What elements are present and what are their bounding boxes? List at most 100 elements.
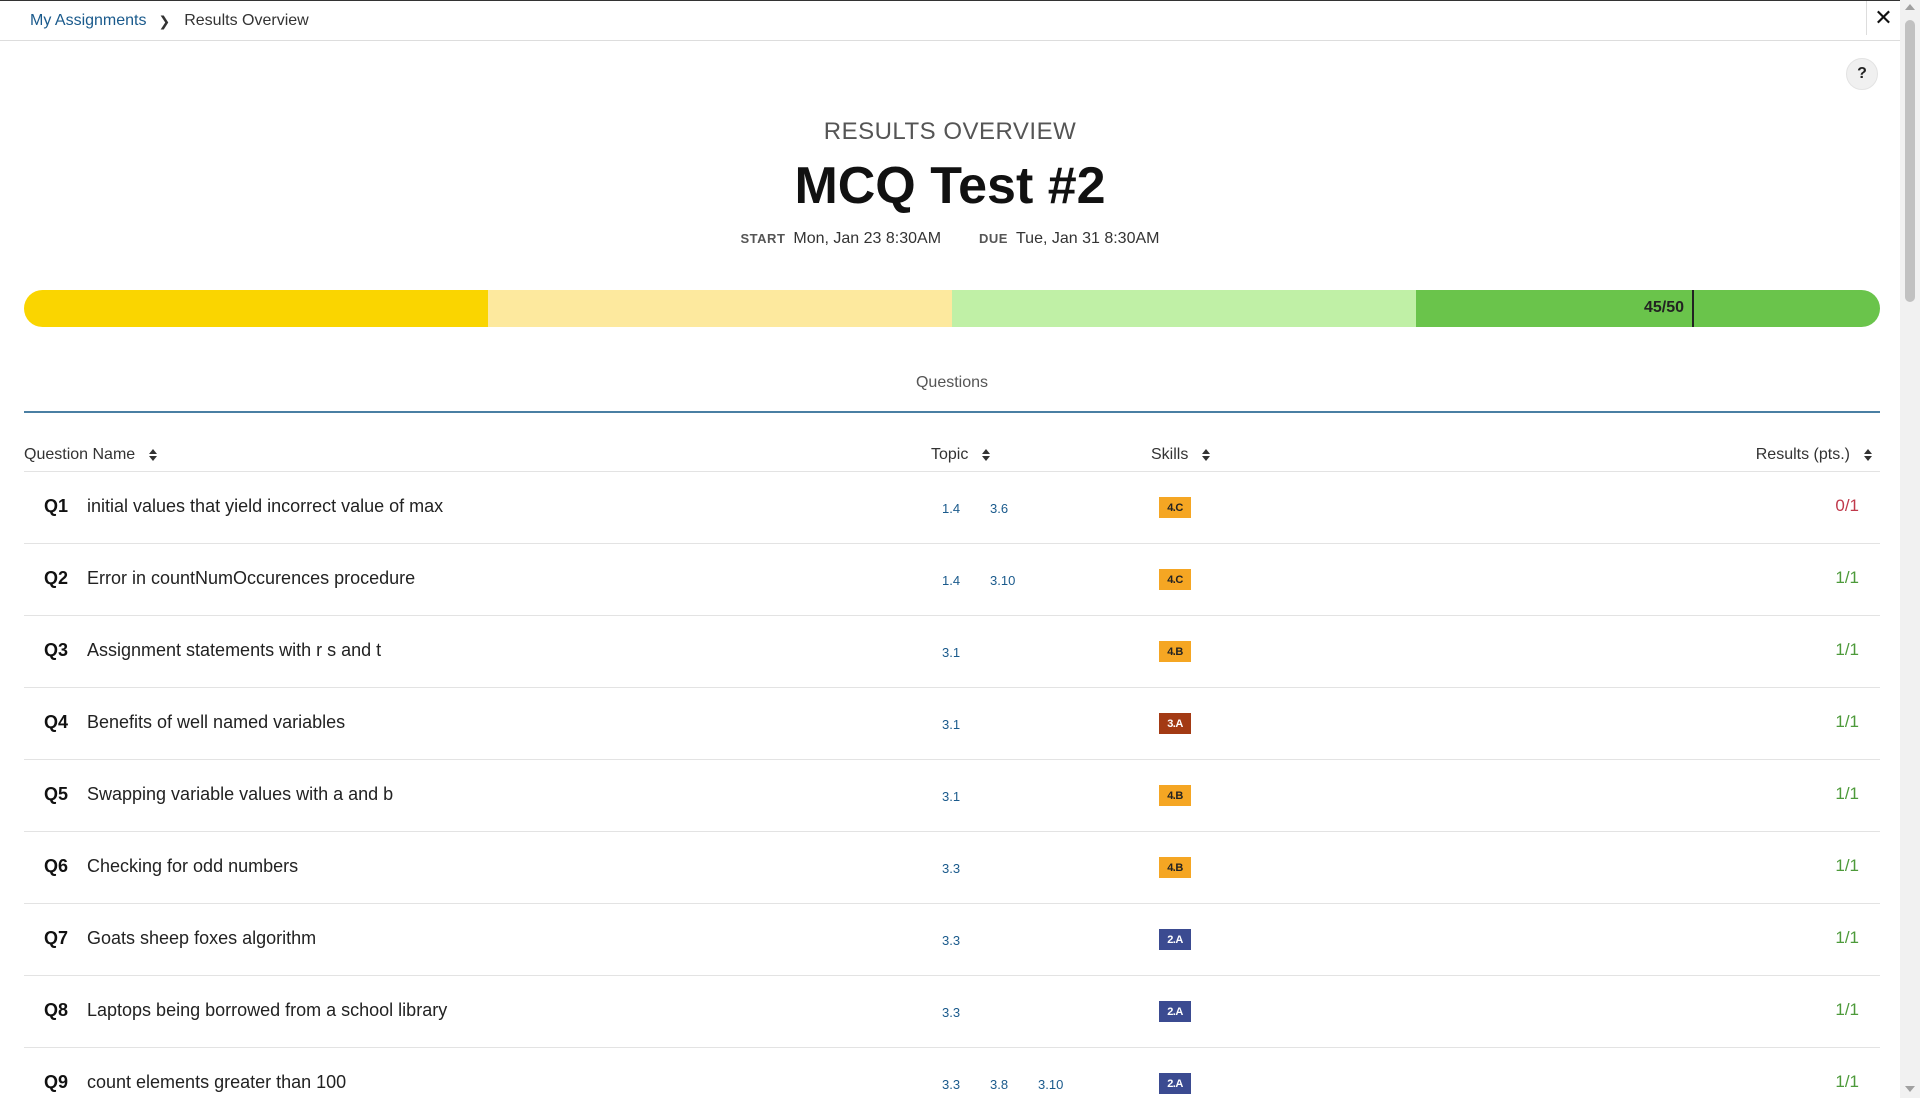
result-score: 0/1 — [1835, 496, 1859, 515]
topic-list: 1.4 3.10 — [942, 573, 1038, 588]
table-header: Question Name Topic Skills Results (pts.… — [24, 440, 1880, 472]
topic-link[interactable]: 1.4 — [942, 573, 990, 588]
column-header-topic[interactable]: Topic — [931, 446, 991, 464]
topic-link[interactable]: 3.10 — [990, 573, 1038, 588]
table-row[interactable]: Q9 count elements greater than 100 3.3 3.8 3… — [24, 1048, 1880, 1098]
close-button[interactable]: ✕ — [1866, 1, 1900, 35]
page-title: MCQ Test #2 — [794, 157, 1106, 215]
table-row[interactable]: Q4 Benefits of well named variables 3.1 3.A… — [24, 688, 1880, 760]
question-name[interactable]: initial values that yield incorrect valu… — [87, 496, 443, 517]
question-name[interactable]: Assignment statements with r s and t — [87, 640, 381, 661]
table-row[interactable]: Q5 Swapping variable values with a and b 3… — [24, 760, 1880, 832]
tab-questions[interactable]: Questions — [916, 372, 988, 392]
table-row[interactable]: Q3 Assignment statements with r s and t 3.… — [24, 616, 1880, 688]
start-value: Mon, Jan 23 8:30AM — [793, 230, 942, 247]
topic-link[interactable]: 3.3 — [942, 861, 990, 876]
sort-icon[interactable] — [1202, 449, 1211, 461]
skill-badge[interactable]: 4.C — [1159, 569, 1191, 590]
question-name[interactable]: Error in countNumOccurences procedure — [87, 568, 415, 589]
table-row[interactable]: Q1 initial values that yield incorrect va… — [24, 472, 1880, 544]
topic-link[interactable]: 3.1 — [942, 789, 990, 804]
table-row[interactable]: Q8 Laptops being borrowed from a school l… — [24, 976, 1880, 1048]
scroll-up-arrow-icon[interactable] — [1905, 4, 1915, 10]
score-bar: 45/50 — [24, 290, 1880, 327]
topic-list: 3.3 3.8 3.10 — [942, 1077, 1086, 1092]
result-score: 1/1 — [1835, 928, 1859, 947]
sort-icon[interactable] — [1864, 449, 1872, 461]
page-eyebrow: RESULTS OVERVIEW — [823, 118, 1077, 145]
skill-badge[interactable]: 4.B — [1159, 785, 1191, 806]
column-header-results[interactable]: Results (pts.) — [1756, 446, 1872, 464]
column-header-skills[interactable]: Skills — [1151, 446, 1211, 464]
question-number: Q2 — [44, 568, 69, 588]
column-label: Question Name — [24, 446, 136, 463]
question-number: Q4 — [44, 712, 69, 732]
topic-link[interactable]: 3.6 — [990, 501, 1038, 516]
skill-badge[interactable]: 4.B — [1159, 857, 1191, 878]
column-label: Results (pts.) — [1755, 446, 1850, 463]
result-score: 1/1 — [1835, 1072, 1859, 1091]
breadcrumb-my-assignments-link[interactable]: My Assignments — [30, 12, 146, 30]
due-value: Tue, Jan 31 8:30AM — [1015, 230, 1160, 247]
sort-icon[interactable] — [149, 449, 158, 461]
help-icon: ? — [1857, 65, 1867, 82]
topic-list: 3.1 — [942, 789, 990, 804]
column-header-question-name[interactable]: Question Name — [24, 446, 158, 464]
question-number: Q8 — [44, 1000, 69, 1020]
scrollbar[interactable] — [1900, 0, 1920, 1098]
question-name[interactable]: Swapping variable values with a and b — [87, 784, 393, 805]
result-score: 1/1 — [1835, 856, 1859, 875]
topic-link[interactable]: 3.1 — [942, 717, 990, 732]
question-name[interactable]: count elements greater than 100 — [87, 1072, 346, 1093]
top-bar: My Assignments ❯ Results Overview ✕ — [0, 0, 1900, 41]
question-name[interactable]: Benefits of well named variables — [87, 712, 345, 733]
topic-link[interactable]: 3.10 — [1038, 1077, 1086, 1092]
breadcrumb-current: Results Overview — [184, 12, 309, 29]
assignment-dates: START Mon, Jan 23 8:30AM DUE Tue, Jan 31… — [0, 230, 1900, 248]
result-score: 1/1 — [1835, 712, 1859, 731]
skill-badge[interactable]: 2.A — [1159, 929, 1191, 950]
scrollbar-thumb[interactable] — [1905, 20, 1915, 302]
topic-list: 3.1 — [942, 717, 990, 732]
topic-list: 3.1 — [942, 645, 990, 660]
score-bar-segment-2 — [488, 290, 952, 327]
sort-icon[interactable] — [982, 449, 991, 461]
skill-badge[interactable]: 4.B — [1159, 641, 1191, 662]
question-number: Q3 — [44, 640, 69, 660]
breadcrumb: My Assignments ❯ Results Overview — [30, 12, 309, 30]
question-name[interactable]: Checking for odd numbers — [87, 856, 298, 877]
close-icon: ✕ — [1874, 5, 1893, 30]
question-number: Q6 — [44, 856, 69, 876]
result-score: 1/1 — [1835, 568, 1859, 587]
topic-link[interactable]: 3.8 — [990, 1077, 1038, 1092]
column-label: Skills — [1151, 446, 1189, 463]
question-name[interactable]: Goats sheep foxes algorithm — [87, 928, 316, 949]
topic-link[interactable]: 1.4 — [942, 501, 990, 516]
topic-link[interactable]: 3.3 — [942, 1005, 990, 1020]
topic-list: 3.3 — [942, 1005, 990, 1020]
skill-badge[interactable]: 3.A — [1159, 713, 1191, 734]
help-button[interactable]: ? — [1846, 58, 1878, 90]
question-number: Q7 — [44, 928, 69, 948]
table-row[interactable]: Q2 Error in countNumOccurences procedure 1… — [24, 544, 1880, 616]
skill-badge[interactable]: 2.A — [1159, 1001, 1191, 1022]
due-label: DUE — [979, 231, 1008, 246]
question-number: Q1 — [44, 496, 69, 516]
questions-table: Question Name Topic Skills Results (pts.… — [24, 440, 1880, 1098]
skill-badge[interactable]: 4.C — [1159, 497, 1191, 518]
topic-link[interactable]: 3.3 — [942, 1077, 990, 1092]
score-label: 45/50 — [1643, 299, 1684, 316]
question-name[interactable]: Laptops being borrowed from a school lib… — [87, 1000, 447, 1021]
table-row[interactable]: Q6 Checking for odd numbers 3.3 4.B 1/1 — [24, 832, 1880, 904]
tab-bar: Questions — [24, 372, 1880, 413]
topic-link[interactable]: 3.1 — [942, 645, 990, 660]
result-score: 1/1 — [1835, 640, 1859, 659]
table-body: Q1 initial values that yield incorrect va… — [24, 472, 1880, 1098]
topic-list: 3.3 — [942, 933, 990, 948]
score-marker — [1692, 290, 1694, 327]
skill-badge[interactable]: 2.A — [1159, 1073, 1191, 1094]
table-row[interactable]: Q7 Goats sheep foxes algorithm 3.3 2.A 1/1 — [24, 904, 1880, 976]
scroll-down-arrow-icon[interactable] — [1905, 1086, 1915, 1092]
topic-link[interactable]: 3.3 — [942, 933, 990, 948]
result-score: 1/1 — [1835, 1000, 1859, 1019]
